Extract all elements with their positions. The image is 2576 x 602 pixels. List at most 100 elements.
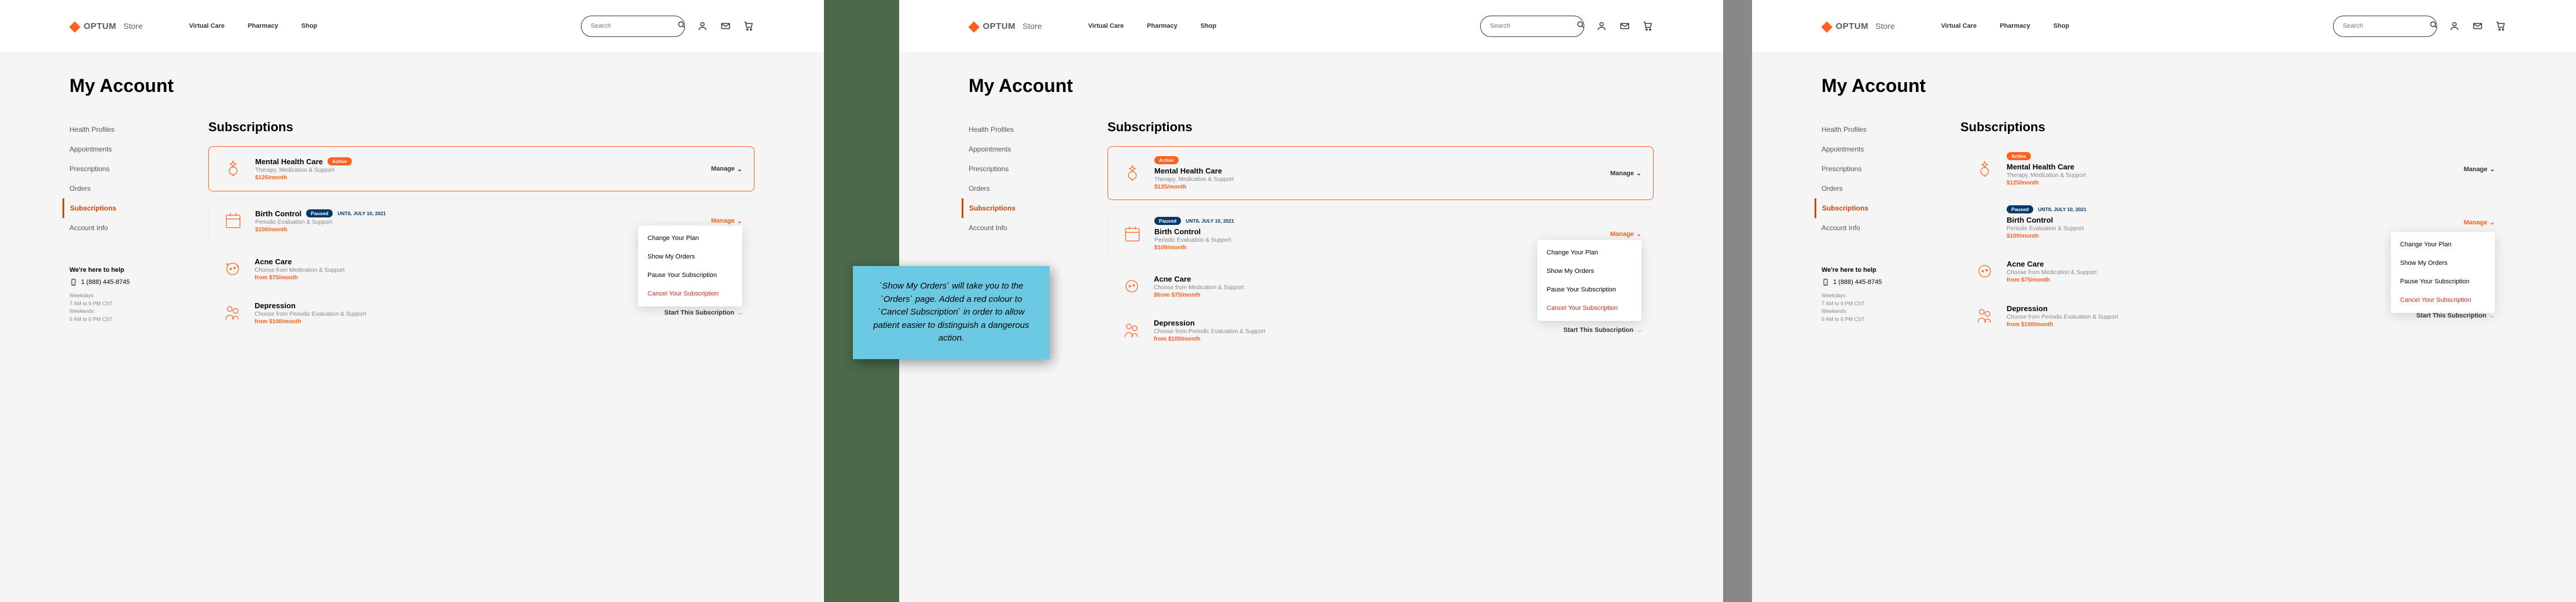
dd-cancel[interactable]: Cancel Your Subscription xyxy=(2391,291,2495,309)
section-title: Subscriptions xyxy=(1960,120,2507,135)
dd-pause[interactable]: Pause Your Subscription xyxy=(2391,272,2495,291)
badge-active: Active xyxy=(2007,152,2031,160)
sub-desc: Therapy, Medication & Support xyxy=(255,167,702,173)
dd-change-plan[interactable]: Change Your Plan xyxy=(2391,235,2495,254)
side-account-info[interactable]: Account Info xyxy=(69,218,174,238)
logo-text: OPTUM xyxy=(83,21,116,31)
manage-dropdown: Change Your Plan Show My Orders Pause Yo… xyxy=(638,226,742,306)
start-subscription-link[interactable]: Start This Subscription→ xyxy=(1563,327,1642,334)
search-icon[interactable] xyxy=(1577,21,1585,32)
badge-date: UNTIL JULY 10, 2021 xyxy=(2038,206,2086,212)
manage-button[interactable]: Manage⌄ xyxy=(711,165,742,173)
cart-icon[interactable] xyxy=(2495,20,2507,32)
help-phone[interactable]: 1 (888) 445-8745 xyxy=(69,278,174,286)
sub-desc: Periodic Evaluation & Support xyxy=(255,219,702,226)
sub-birth: Birth ControlPausedUNTIL JULY 10, 2021 P… xyxy=(208,198,755,243)
sidebar: Health Profiles Appointments Prescriptio… xyxy=(69,120,174,338)
arrow-right-icon: → xyxy=(1636,327,1642,334)
top-nav: Virtual Care Pharmacy Shop xyxy=(1088,23,1217,29)
sub-mental: Mental Health CareActive Therapy, Medica… xyxy=(208,146,755,191)
sub-name: Mental Health Care xyxy=(1154,167,1601,175)
search-input[interactable] xyxy=(1480,16,1584,37)
logo[interactable]: ◆ OPTUM Store xyxy=(969,18,1042,35)
dd-cancel[interactable]: Cancel Your Subscription xyxy=(1537,299,1642,317)
nav-pharmacy[interactable]: Pharmacy xyxy=(2000,23,2030,29)
nav-virtual[interactable]: Virtual Care xyxy=(1941,23,1977,29)
side-account-info[interactable]: Account Info xyxy=(1821,218,1926,238)
side-orders[interactable]: Orders xyxy=(69,179,174,198)
dd-cancel[interactable]: Cancel Your Subscription xyxy=(638,285,742,303)
chevron-down-icon: ⌄ xyxy=(737,165,742,173)
search-icon[interactable] xyxy=(678,21,686,32)
mail-icon[interactable] xyxy=(720,20,731,32)
nav-shop[interactable]: Shop xyxy=(2054,23,2070,29)
search-icon[interactable] xyxy=(2430,21,2438,32)
start-subscription-link[interactable]: Start This Subscription→ xyxy=(664,309,743,316)
sub-price: $125/month xyxy=(255,175,702,181)
manage-button[interactable]: Manage⌄ xyxy=(2464,219,2495,226)
sub-price: from $100/month xyxy=(1154,336,1554,342)
sub-name: Birth Control xyxy=(1154,227,1601,236)
side-orders[interactable]: Orders xyxy=(969,179,1073,198)
sidebar: Health Profiles Appointments Prescriptio… xyxy=(1821,120,1926,341)
side-subscriptions[interactable]: Subscriptions xyxy=(962,198,1073,218)
logo-text: OPTUM xyxy=(1835,21,1868,31)
side-prescriptions[interactable]: Prescriptions xyxy=(1821,159,1926,179)
mail-icon[interactable] xyxy=(2472,20,2483,32)
mail-icon[interactable] xyxy=(1619,20,1631,32)
side-orders[interactable]: Orders xyxy=(1821,179,1926,198)
dd-show-orders[interactable]: Show My Orders xyxy=(2391,254,2495,272)
logo[interactable]: ◆ OPTUM Store xyxy=(69,18,143,35)
logo-store: Store xyxy=(123,21,142,31)
nav-virtual[interactable]: Virtual Care xyxy=(1088,23,1124,29)
manage-button[interactable]: Manage⌄ xyxy=(711,217,742,225)
sub-price: $125/month xyxy=(1154,184,1601,190)
account-icon[interactable] xyxy=(697,20,708,32)
search-input[interactable] xyxy=(2333,16,2437,37)
search-input[interactable] xyxy=(581,16,685,37)
dd-change-plan[interactable]: Change Your Plan xyxy=(1537,243,1642,262)
side-prescriptions[interactable]: Prescriptions xyxy=(69,159,174,179)
manage-button[interactable]: Manage⌄ xyxy=(1610,230,1642,238)
sub-name: Mental Health Care xyxy=(255,157,323,166)
search-field[interactable] xyxy=(591,23,673,29)
side-subscriptions[interactable]: Subscriptions xyxy=(1815,198,1926,218)
manage-button[interactable]: Manage⌄ xyxy=(2464,165,2495,173)
side-appointments[interactable]: Appointments xyxy=(969,139,1073,159)
search-field[interactable] xyxy=(2343,23,2425,29)
side-health[interactable]: Health Profiles xyxy=(969,120,1073,139)
section-title: Subscriptions xyxy=(1107,120,1654,135)
dd-pause[interactable]: Pause Your Subscription xyxy=(1537,280,1642,299)
logo-icon: ◆ xyxy=(969,18,979,35)
arrow-right-icon: → xyxy=(2489,312,2495,319)
side-subscriptions[interactable]: Subscriptions xyxy=(62,198,174,218)
cart-icon[interactable] xyxy=(743,20,755,32)
manage-button[interactable]: Manage⌄ xyxy=(1610,169,1642,177)
sub-price: $100/month xyxy=(1154,245,1601,251)
dd-show-orders[interactable]: Show My Orders xyxy=(1537,262,1642,280)
account-icon[interactable] xyxy=(2449,20,2460,32)
account-icon[interactable] xyxy=(1596,20,1607,32)
badge-paused: Paused xyxy=(1154,217,1181,225)
cart-icon[interactable] xyxy=(1642,20,1654,32)
nav-virtual[interactable]: Virtual Care xyxy=(189,23,225,29)
logo[interactable]: ◆ OPTUM Store xyxy=(1821,18,1895,35)
page-title: My Account xyxy=(69,75,755,97)
face-icon xyxy=(220,256,245,282)
dd-pause[interactable]: Pause Your Subscription xyxy=(638,266,742,285)
help-phone[interactable]: 1 (888) 445-8745 xyxy=(1821,278,1926,286)
side-appointments[interactable]: Appointments xyxy=(1821,139,1926,159)
nav-pharmacy[interactable]: Pharmacy xyxy=(1147,23,1177,29)
start-subscription-link[interactable]: Start This Subscription→ xyxy=(2416,312,2495,319)
dd-change-plan[interactable]: Change Your Plan xyxy=(638,229,742,248)
side-prescriptions[interactable]: Prescriptions xyxy=(969,159,1073,179)
side-appointments[interactable]: Appointments xyxy=(69,139,174,159)
search-field[interactable] xyxy=(1490,23,1572,29)
nav-pharmacy[interactable]: Pharmacy xyxy=(248,23,278,29)
side-health[interactable]: Health Profiles xyxy=(69,120,174,139)
nav-shop[interactable]: Shop xyxy=(301,23,318,29)
dd-show-orders[interactable]: Show My Orders xyxy=(638,248,742,266)
side-health[interactable]: Health Profiles xyxy=(1821,120,1926,139)
side-account-info[interactable]: Account Info xyxy=(969,218,1073,238)
nav-shop[interactable]: Shop xyxy=(1201,23,1217,29)
